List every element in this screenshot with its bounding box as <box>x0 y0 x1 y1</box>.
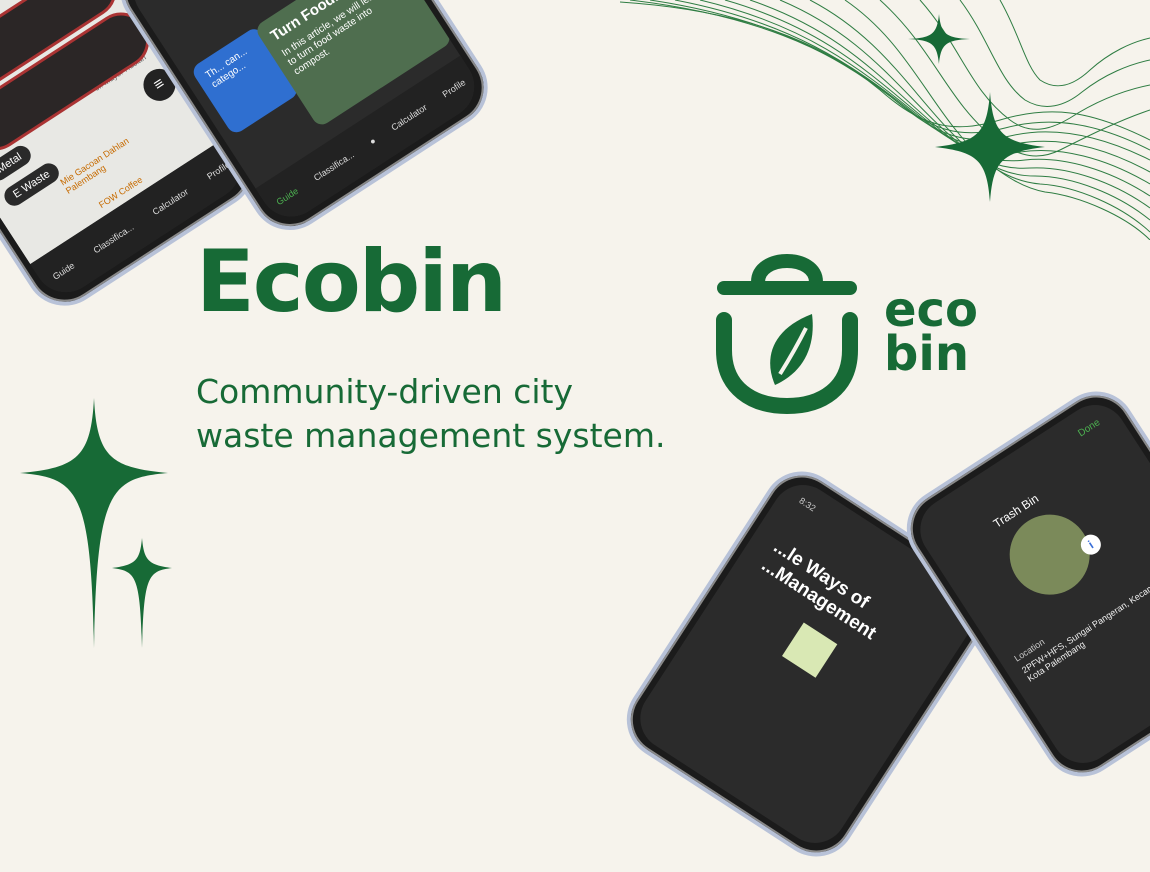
article-card-text: Th... can... catego... <box>203 46 250 91</box>
app-title: Ecobin <box>196 232 507 332</box>
sparkle-icon <box>935 92 1045 202</box>
nav-calculator[interactable]: Calculator <box>389 102 428 132</box>
nav-classification[interactable]: Classifica... <box>92 222 136 255</box>
sparkle-icon <box>908 14 970 64</box>
recycle-bin-leaf-icon <box>716 254 858 415</box>
tagline-line-2: waste management system. <box>196 416 666 455</box>
sparkle-icon <box>112 538 172 648</box>
article-heading: ...le Ways of ...Management <box>757 536 892 645</box>
tagline: Community-driven city waste management s… <box>196 370 665 458</box>
trash-bin-screen: Done Trash Bin i Location 2PFW+HFS, Sung… <box>908 392 1150 776</box>
tagline-line-1: Community-driven city <box>196 372 574 411</box>
location-pin-icon[interactable]: ● <box>368 135 378 146</box>
nav-guide[interactable]: Guide <box>51 260 77 281</box>
nav-classification[interactable]: Classifica... <box>312 150 356 183</box>
nav-calculator[interactable]: Calculator <box>151 187 190 217</box>
status-time: 8:32 <box>797 495 818 514</box>
nav-guide[interactable]: Guide <box>275 186 301 207</box>
topographic-lines <box>620 0 1150 240</box>
article-image <box>781 622 838 678</box>
nav-profile[interactable]: Profile <box>441 77 468 99</box>
logo-word-bin: bin <box>884 326 969 382</box>
logo-wordmark: eco bin <box>884 286 978 382</box>
done-button[interactable]: Done <box>1076 417 1102 439</box>
